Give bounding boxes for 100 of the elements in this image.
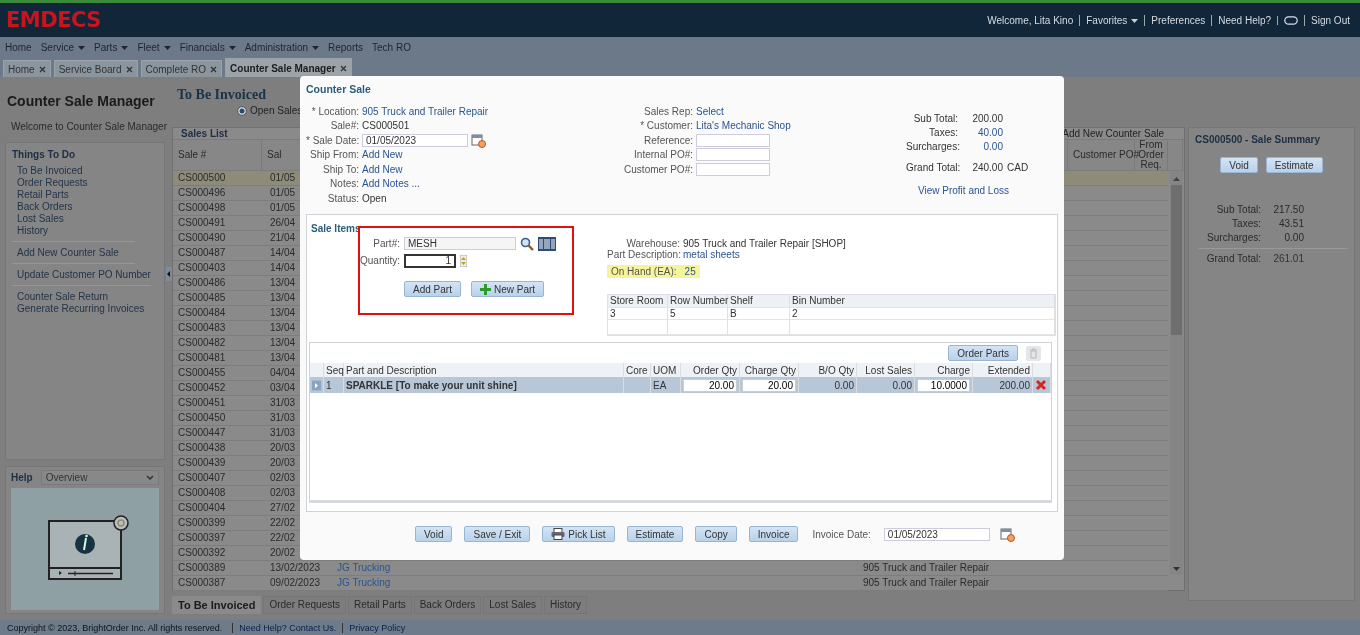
table-cell: CS000451 [178, 396, 226, 408]
footer-link[interactable]: Need Help? Contact Us. [232, 622, 343, 633]
table-cell: 13/02/2023 [270, 561, 321, 573]
todo-link[interactable]: Lost Sales [17, 213, 135, 225]
topic-dropdown[interactable]: Overview [40, 470, 159, 485]
table-cell: CS000485 [178, 291, 226, 303]
nav-menu-item[interactable]: Service [40, 42, 86, 53]
amount-link[interactable]: 0.00 [961, 140, 1003, 154]
table-cell: 22/02 [270, 531, 296, 543]
scroll-down-icon[interactable] [1173, 566, 1180, 571]
part-field[interactable]: MESH [404, 237, 516, 250]
order-parts-button[interactable]: Order Parts [948, 345, 1018, 361]
nav-menu-item[interactable]: Fleet [137, 42, 171, 53]
tab[interactable]: Retail Parts [348, 595, 412, 614]
header-link[interactable]: Sign Out [1311, 14, 1350, 26]
delete-icon[interactable] [1035, 379, 1047, 391]
link[interactable]: Add New [362, 149, 403, 161]
quantity-input[interactable]: 10.0000 [917, 378, 970, 392]
button[interactable]: Estimate [1265, 157, 1323, 173]
close-icon[interactable] [38, 65, 46, 73]
nav-menu-item[interactable]: Home [5, 42, 32, 53]
quantity-input[interactable]: 20.00 [742, 378, 796, 392]
button[interactable]: New Part [470, 281, 545, 297]
header-link[interactable]: Preferences [1151, 14, 1206, 26]
tab[interactable]: Back Orders [413, 595, 482, 614]
table-cell: 01/05 [270, 201, 296, 213]
chat-icon[interactable] [1284, 15, 1299, 25]
close-icon[interactable] [210, 65, 218, 73]
todo-link[interactable]: To Be Invoiced [17, 165, 135, 177]
todo-link[interactable]: Back Orders [17, 201, 135, 213]
quantity-input[interactable]: 20.00 [683, 378, 737, 392]
todo-link[interactable]: Update Customer PO Number [17, 269, 151, 281]
collapse-handle-icon[interactable] [165, 266, 172, 281]
column-header: Row Number [668, 295, 728, 307]
nav-menu-item[interactable]: Tech RO [372, 42, 411, 53]
calendar-icon[interactable] [471, 132, 486, 148]
input-field[interactable] [696, 148, 770, 162]
tab[interactable]: To Be Invoiced [172, 595, 262, 614]
barcode-icon[interactable] [538, 236, 556, 251]
date-field[interactable]: 01/05/2023 [362, 133, 468, 147]
link[interactable]: 905 Truck and Trailer Repair [362, 105, 489, 117]
todo-link[interactable]: Order Requests [17, 177, 135, 189]
button[interactable]: Estimate [626, 526, 684, 542]
button[interactable]: Invoice [748, 526, 799, 542]
nav-menu-item[interactable]: Reports [328, 42, 364, 53]
scroll-thumb[interactable] [1171, 184, 1182, 335]
input-field[interactable] [696, 162, 770, 176]
nav-menu-item[interactable]: Financials [179, 42, 236, 53]
scroll-up-icon[interactable] [1173, 176, 1180, 181]
profit-loss-link[interactable]: View Profit and Loss [918, 185, 1029, 196]
tab[interactable]: Counter Sale Manager [225, 58, 352, 77]
amount-link[interactable]: 40.00 [961, 126, 1003, 140]
button[interactable]: Copy [695, 526, 737, 542]
calendar-icon[interactable] [999, 526, 1015, 542]
footer-link[interactable]: Privacy Policy [342, 622, 412, 633]
button[interactable]: Add Part [404, 281, 461, 297]
table-cell: 13/04 [270, 306, 296, 318]
table-cell: CS000484 [178, 306, 226, 318]
nav-menu-item[interactable]: Administration [244, 42, 319, 53]
todo-link[interactable]: Retail Parts [17, 189, 135, 201]
link[interactable]: Lita's Mechanic Shop [696, 120, 791, 132]
column-header[interactable]: Sale # [173, 139, 262, 170]
table-cell: 2 [790, 308, 1055, 319]
spinner-icon[interactable] [460, 254, 467, 267]
tab[interactable]: Service Board [53, 60, 138, 77]
nav-menu-item[interactable]: Parts [94, 42, 129, 53]
field-value: 905 Truck and Trailer Repair [SHOP] [683, 238, 847, 249]
scrollbar[interactable] [1170, 170, 1183, 575]
tab[interactable]: Complete RO [140, 60, 223, 77]
button[interactable]: Void [1220, 157, 1258, 173]
link[interactable]: metal sheets [683, 249, 1056, 260]
favorites-menu[interactable]: Favorites [1086, 14, 1139, 26]
input-field[interactable] [696, 133, 770, 147]
radio-icon[interactable] [237, 105, 247, 116]
quantity-field[interactable]: 1 [404, 253, 456, 268]
tab[interactable]: History [544, 595, 588, 614]
table-cell: 3 [608, 308, 668, 319]
link[interactable]: Add Notes ... [362, 178, 420, 190]
table-cell: 31/03 [270, 411, 296, 423]
close-icon[interactable] [125, 65, 133, 73]
table-cell: CS000392 [178, 546, 226, 558]
link[interactable]: Select [696, 105, 724, 117]
close-icon[interactable] [339, 64, 347, 72]
tab[interactable]: Lost Sales [483, 595, 542, 614]
link[interactable]: Add New [362, 163, 403, 175]
row-pointer-icon[interactable] [312, 378, 321, 392]
search-icon[interactable] [520, 236, 534, 251]
button[interactable]: Void [415, 526, 453, 542]
button[interactable]: Save / Exit [464, 526, 531, 542]
table-cell: CS000487 [178, 246, 226, 258]
todo-link[interactable]: Counter Sale Return [17, 291, 145, 303]
header-link[interactable]: Need Help? [1218, 14, 1272, 26]
button[interactable]: Pick List [542, 526, 615, 542]
field-label: Sale#: [329, 120, 360, 132]
tab[interactable]: Order Requests [263, 595, 346, 614]
todo-link[interactable]: Add New Counter Sale [17, 247, 135, 259]
tab[interactable]: Home [3, 60, 51, 77]
todo-link[interactable]: History [17, 225, 135, 237]
date-field[interactable]: 01/05/2023 [883, 527, 990, 541]
todo-link[interactable]: Generate Recurring Invoices [17, 303, 145, 315]
